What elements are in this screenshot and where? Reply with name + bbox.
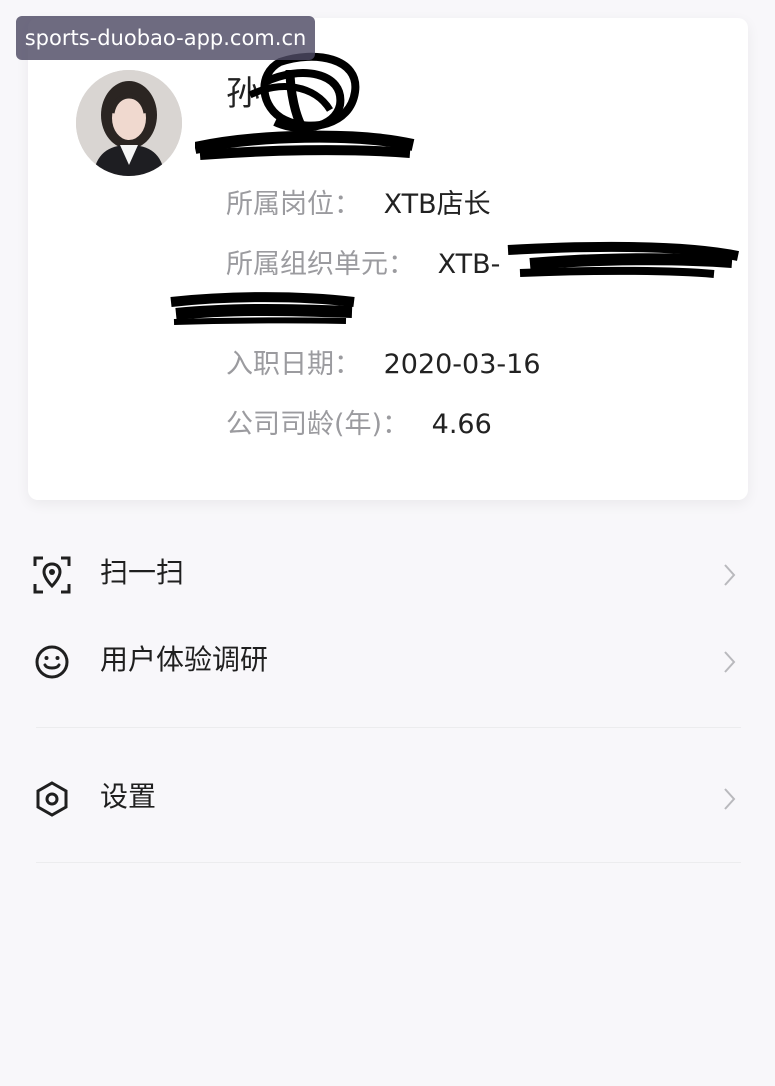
chevron-right-icon bbox=[724, 564, 736, 586]
menu-divider bbox=[36, 727, 741, 728]
menu-item-settings-label: 设置 bbox=[100, 780, 157, 813]
chevron-right-icon bbox=[724, 651, 736, 673]
menu-item-user-survey-label: 用户体验调研 bbox=[100, 643, 269, 676]
hire-date-label: 入职日期： bbox=[226, 349, 361, 380]
position-label: 所属岗位： bbox=[226, 189, 361, 220]
smile-icon bbox=[35, 645, 69, 679]
menu-item-settings[interactable]: 设置 bbox=[0, 765, 775, 829]
profile-avatar bbox=[76, 70, 182, 176]
chevron-right-icon bbox=[724, 788, 736, 810]
profile-name: 孙 bbox=[226, 74, 260, 114]
org-unit-value: XTB- bbox=[437, 249, 501, 280]
hexagon-settings-icon bbox=[36, 781, 68, 817]
menu-item-user-survey[interactable]: 用户体验调研 bbox=[0, 628, 775, 692]
info-row-tenure: 公司司龄(年)： 4.66 bbox=[226, 409, 492, 441]
info-row-position: 所属岗位： XTB店长 bbox=[226, 189, 491, 221]
watermark-label: sports-duobao-app.com.cn bbox=[16, 16, 315, 60]
menu-item-scan-label: 扫一扫 bbox=[100, 556, 185, 589]
scan-location-icon bbox=[33, 556, 71, 594]
bottom-divider bbox=[36, 862, 741, 863]
org-unit-label: 所属组织单元： bbox=[226, 249, 415, 280]
tenure-label: 公司司龄(年)： bbox=[226, 409, 410, 440]
hire-date-value: 2020-03-16 bbox=[383, 349, 541, 380]
menu-item-scan[interactable]: 扫一扫 bbox=[0, 541, 775, 605]
info-row-org-unit: 所属组织单元： XTB- bbox=[226, 249, 500, 281]
tenure-value: 4.66 bbox=[431, 409, 492, 440]
info-row-hire-date: 入职日期： 2020-03-16 bbox=[226, 349, 541, 381]
person-photo-icon bbox=[76, 70, 182, 176]
position-value: XTB店长 bbox=[383, 189, 491, 220]
